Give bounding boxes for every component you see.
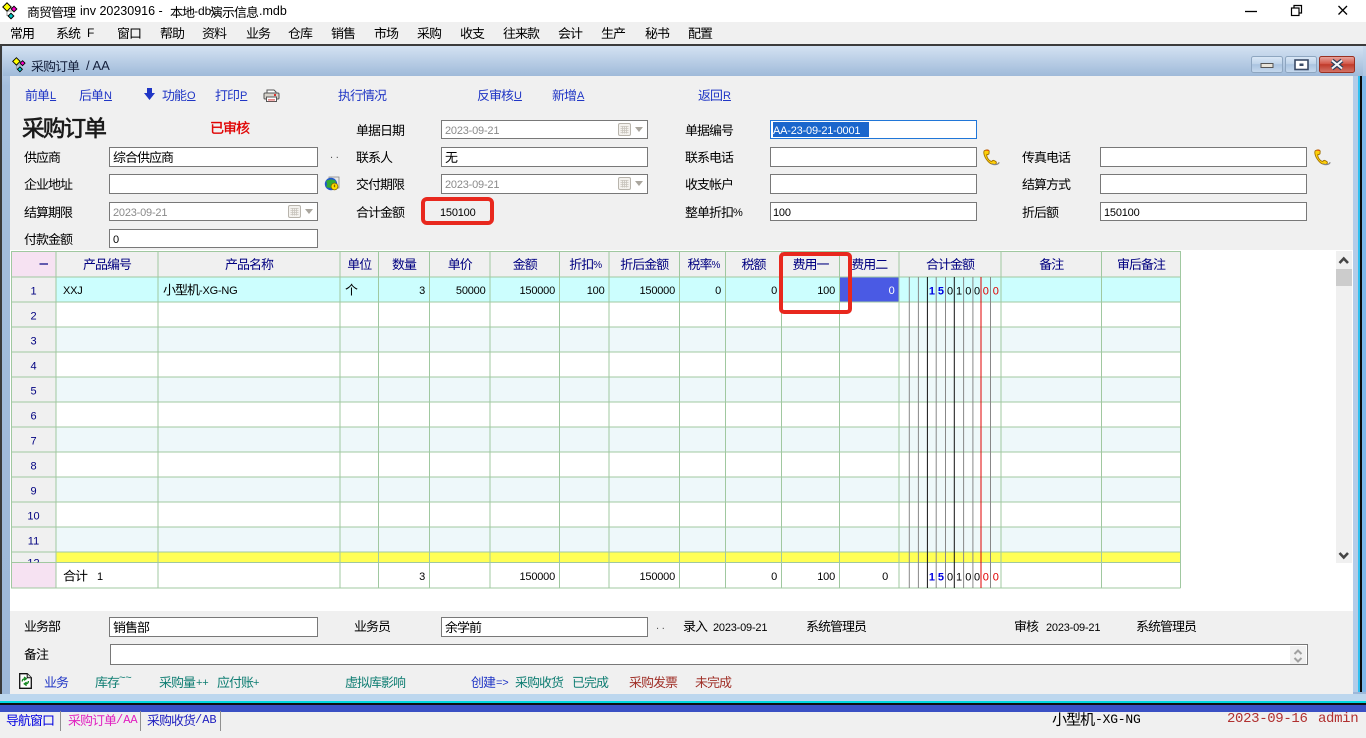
svg-text:%: % <box>593 260 602 271</box>
svg-text:150000: 150000 <box>639 285 675 297</box>
svg-text:11: 11 <box>28 536 39 548</box>
svg-text:3: 3 <box>30 336 36 348</box>
svg-text:9: 9 <box>30 486 36 498</box>
svg-text:0: 0 <box>983 286 989 298</box>
svg-text:50000: 50000 <box>456 285 486 297</box>
svg-text:1: 1 <box>956 286 962 298</box>
svg-text:1: 1 <box>929 286 935 298</box>
svg-text:1: 1 <box>956 572 962 584</box>
svg-text:0: 0 <box>993 572 999 584</box>
svg-text:2: 2 <box>30 311 36 323</box>
svg-text:1: 1 <box>929 572 935 584</box>
svg-text:100: 100 <box>817 571 835 583</box>
svg-text:5: 5 <box>938 572 944 584</box>
svg-text:0: 0 <box>771 571 777 583</box>
svg-text:150000: 150000 <box>639 571 675 583</box>
svg-text:0: 0 <box>947 572 953 584</box>
svg-text:1: 1 <box>30 286 36 298</box>
svg-text:XXJ: XXJ <box>63 285 83 297</box>
svg-text:100: 100 <box>587 285 605 297</box>
svg-text:0: 0 <box>882 571 888 583</box>
svg-text:0: 0 <box>983 572 989 584</box>
svg-text:0: 0 <box>889 285 895 297</box>
svg-text:5: 5 <box>30 386 36 398</box>
svg-text:0: 0 <box>965 286 971 298</box>
svg-text:3: 3 <box>419 571 425 583</box>
svg-text:0: 0 <box>965 572 971 584</box>
svg-text:10: 10 <box>27 511 39 523</box>
svg-text:0: 0 <box>771 285 777 297</box>
svg-text:0: 0 <box>947 286 953 298</box>
svg-text:-XG-NG: -XG-NG <box>199 285 238 297</box>
svg-text:6: 6 <box>30 411 36 423</box>
svg-text:0: 0 <box>974 286 980 298</box>
svg-text:150000: 150000 <box>519 571 555 583</box>
svg-text:5: 5 <box>938 286 944 298</box>
svg-text:0: 0 <box>974 572 980 584</box>
svg-text:1: 1 <box>97 571 103 583</box>
svg-text:0: 0 <box>993 286 999 298</box>
svg-text:150000: 150000 <box>519 285 555 297</box>
svg-text:3: 3 <box>419 285 425 297</box>
svg-text:0: 0 <box>715 285 721 297</box>
svg-text:4: 4 <box>30 361 36 373</box>
svg-text:8: 8 <box>30 461 36 473</box>
svg-text:7: 7 <box>30 436 36 448</box>
svg-text:%: % <box>712 260 721 271</box>
